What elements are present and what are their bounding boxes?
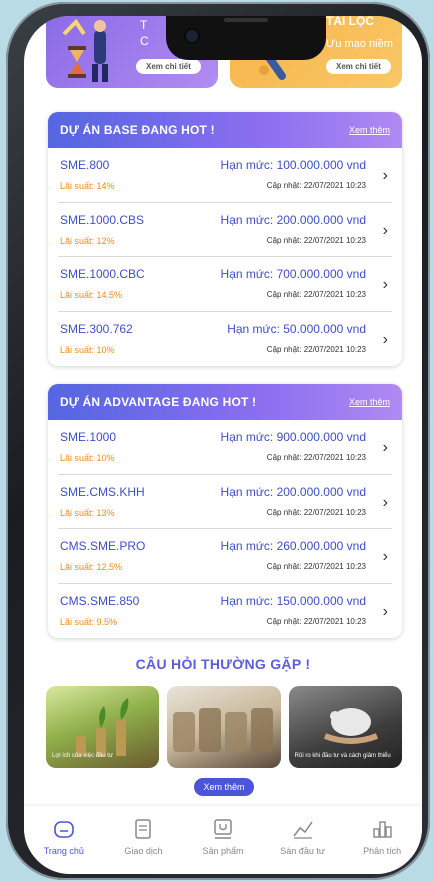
project-row[interactable]: SME.1000.CBS Lãi suất: 12% Hạn mức: 200.… bbox=[58, 203, 392, 257]
project-row[interactable]: SME.1000 Lãi suất: 10% Hạn mức: 900.000.… bbox=[58, 420, 392, 475]
interest-rate: Lãi suất: 12% bbox=[60, 235, 115, 246]
credit-limit: Hạn mức: 50.000.000 vnd bbox=[227, 321, 366, 336]
credit-limit: Hạn mức: 260.000.000 vnd bbox=[220, 539, 366, 553]
tab-label: Giao dịch bbox=[124, 846, 163, 856]
analytics-icon bbox=[373, 821, 392, 838]
chevron-right-icon: › bbox=[382, 330, 388, 348]
coin-jars-icon bbox=[173, 708, 274, 752]
see-more-faq-button[interactable]: Xem thêm bbox=[194, 778, 254, 796]
update-time: Cập nhật: 22/07/2021 10:23 bbox=[266, 290, 366, 299]
chevron-right-icon: › bbox=[382, 602, 388, 620]
speaker-grille bbox=[224, 18, 268, 22]
project-row[interactable]: SME.1000.CBC Lãi suất: 14.5% Hạn mức: 70… bbox=[58, 257, 392, 312]
update-time: Cập nhật: 22/07/2021 10:23 bbox=[266, 181, 366, 190]
project-code: SME.CMS.KHH bbox=[60, 484, 145, 499]
faq-card[interactable] bbox=[167, 686, 281, 768]
credit-limit: Hạn mức: 150.000.000 vnd bbox=[220, 593, 366, 608]
project-row[interactable]: CMS.SME.PRO Lãi suất: 12.5% Hạn mức: 260… bbox=[58, 529, 392, 584]
chevron-right-icon: › bbox=[382, 276, 388, 293]
faq-carousel: Lợi ích của việc đầu tư Rủi ro khi đầu t… bbox=[46, 686, 402, 768]
tab-transactions[interactable]: Giao dịch bbox=[108, 818, 178, 874]
faq-caption: Lợi ích của việc đầu tư bbox=[52, 752, 113, 759]
project-code: SME.1000.CBS bbox=[60, 212, 145, 227]
interest-rate: Lãi suất: 13% bbox=[60, 507, 115, 518]
credit-limit: Hạn mức: 100.000.000 vnd bbox=[220, 158, 366, 172]
card-title: DỰ ÁN BASE ĐANG HOT ! bbox=[60, 123, 215, 137]
faq-title: CÂU HỎI THƯỜNG GẶP ! bbox=[135, 656, 311, 672]
update-time: Cập nhật: 22/07/2021 10:23 bbox=[266, 616, 366, 626]
interest-rate: Lãi suất: 9.5% bbox=[60, 616, 118, 627]
bottom-tab-bar: Trang chủ Giao dịch Sản phẩm Sàn đầu tư … bbox=[24, 806, 422, 874]
tab-label: Sàn đầu tư bbox=[280, 846, 325, 856]
project-code: CMS.SME.850 bbox=[60, 593, 140, 608]
faq-caption: Rủi ro khi đầu tư và cách giảm thiểu bbox=[294, 752, 391, 759]
banner-subtitle: C bbox=[140, 34, 149, 48]
tab-label: Phân tích bbox=[363, 846, 402, 856]
see-more-link[interactable]: Xem thêm bbox=[349, 125, 390, 135]
phone-notch bbox=[166, 16, 326, 60]
interest-rate: Lãi suất: 14% bbox=[60, 181, 115, 191]
project-code: SME.800 bbox=[60, 158, 110, 172]
project-row[interactable]: SME.CMS.KHH Lãi suất: 13% Hạn mức: 200.0… bbox=[58, 475, 392, 529]
tab-label: Sản phẩm bbox=[202, 846, 244, 856]
project-code: CMS.SME.PRO bbox=[60, 539, 146, 553]
project-list: SME.1000 Lãi suất: 10% Hạn mức: 900.000.… bbox=[48, 420, 402, 638]
banner-subtitle: Ưu mạo niềm bbox=[326, 38, 393, 50]
project-row[interactable]: SME.300.762 Lãi suất: 10% Hạn mức: 50.00… bbox=[58, 312, 392, 367]
interest-rate: Lãi suất: 14.5% bbox=[60, 290, 123, 300]
interest-rate: Lãi suất: 10% bbox=[60, 453, 115, 463]
tab-label: Trang chủ bbox=[43, 846, 84, 856]
tab-investment-floor[interactable]: Sàn đầu tư bbox=[268, 818, 338, 874]
interest-rate: Lãi suất: 10% bbox=[60, 344, 115, 355]
advantage-projects-card: DỰ ÁN ADVANTAGE ĐANG HOT ! Xem thêm SME.… bbox=[48, 384, 402, 638]
card-header: DỰ ÁN ADVANTAGE ĐANG HOT ! Xem thêm bbox=[48, 384, 402, 420]
chevron-right-icon: › bbox=[382, 439, 388, 456]
tab-analytics[interactable]: Phân tích bbox=[347, 818, 417, 874]
view-detail-button[interactable]: Xem chi tiết bbox=[136, 59, 201, 74]
banner-title: Т bbox=[140, 18, 148, 32]
project-code: SME.300.762 bbox=[60, 321, 133, 336]
view-detail-button[interactable]: Xem chi tiết bbox=[326, 59, 391, 74]
app-screen: Т C Xem chi tiết TÀI LỘC Ưu mạo niềm Xem… bbox=[24, 16, 422, 874]
card-title: DỰ ÁN ADVANTAGE ĐANG HOT ! bbox=[60, 395, 257, 409]
tab-home[interactable]: Trang chủ bbox=[29, 818, 99, 874]
update-time: Cập nhật: 22/07/2021 10:23 bbox=[266, 507, 366, 517]
document-icon bbox=[135, 819, 152, 839]
credit-limit: Hạn mức: 200.000.000 vnd bbox=[220, 212, 366, 227]
home-icon bbox=[53, 821, 74, 838]
project-code: SME.1000.CBC bbox=[60, 267, 145, 281]
credit-limit: Hạn mức: 900.000.000 vnd bbox=[220, 430, 366, 444]
chart-line-icon bbox=[292, 821, 313, 839]
front-camera bbox=[186, 30, 198, 42]
credit-limit: Hạn mức: 700.000.000 vnd bbox=[220, 267, 366, 281]
tab-products[interactable]: Sản phẩm bbox=[188, 818, 258, 874]
project-row[interactable]: CMS.SME.850 Lãi suất: 9.5% Hạn mức: 150.… bbox=[58, 584, 392, 639]
see-more-link[interactable]: Xem thêm bbox=[349, 397, 390, 407]
chevron-right-icon: › bbox=[382, 493, 388, 511]
product-box-icon bbox=[214, 819, 232, 839]
banner-title: TÀI LỘC bbox=[326, 16, 374, 28]
chevron-right-icon: › bbox=[382, 167, 388, 184]
update-time: Cập nhật: 22/07/2021 10:23 bbox=[266, 235, 366, 245]
faq-card[interactable]: Rủi ro khi đầu tư và cách giảm thiểu bbox=[288, 686, 402, 768]
update-time: Cập nhật: 22/07/2021 10:23 bbox=[266, 453, 366, 462]
phone-frame: Т C Xem chi tiết TÀI LỘC Ưu mạo niềm Xem… bbox=[6, 2, 430, 880]
faq-card[interactable]: Lợi ích của việc đầu tư bbox=[46, 686, 160, 768]
project-row[interactable]: SME.800 Lãi suất: 14% Hạn mức: 100.000.0… bbox=[58, 148, 392, 203]
credit-limit: Hạn mức: 200.000.000 vnd bbox=[220, 484, 366, 499]
card-header: DỰ ÁN BASE ĐANG HOT ! Xem thêm bbox=[48, 112, 402, 148]
update-time: Cập nhật: 22/07/2021 10:23 bbox=[266, 344, 366, 354]
interest-rate: Lãi suất: 12.5% bbox=[60, 562, 123, 572]
hourglass-illustration-icon bbox=[62, 18, 108, 82]
project-code: SME.1000 bbox=[60, 430, 117, 444]
chevron-right-icon: › bbox=[382, 221, 388, 239]
base-projects-card: DỰ ÁN BASE ĐANG HOT ! Xem thêm SME.800 L… bbox=[48, 112, 402, 366]
chevron-right-icon: › bbox=[382, 548, 388, 565]
update-time: Cập nhật: 22/07/2021 10:23 bbox=[266, 562, 366, 571]
project-list: SME.800 Lãi suất: 14% Hạn mức: 100.000.0… bbox=[48, 148, 402, 366]
